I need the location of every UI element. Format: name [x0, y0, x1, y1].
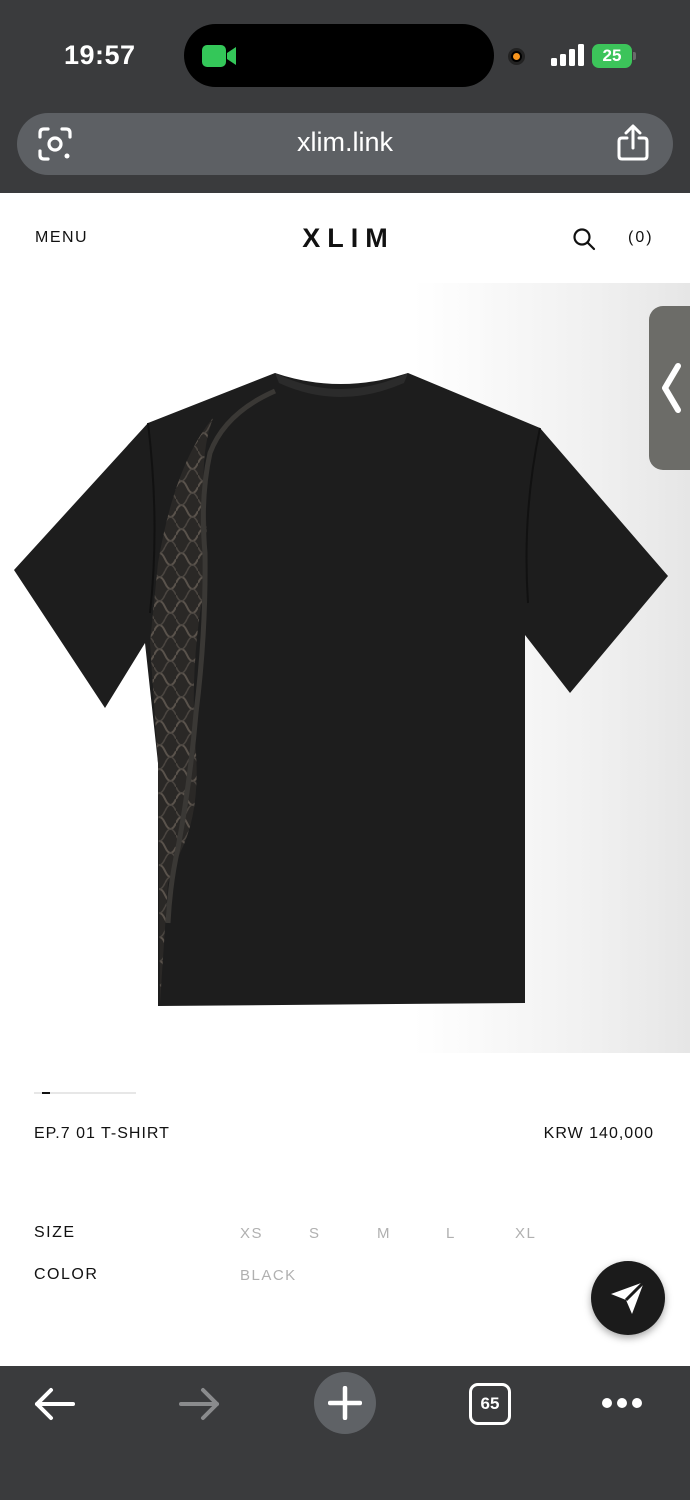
- cart-button[interactable]: (0): [628, 229, 654, 247]
- product-name: EP.7 01 T-SHIRT: [34, 1125, 170, 1142]
- color-label: COLOR: [34, 1266, 99, 1283]
- dynamic-island: [184, 24, 494, 87]
- url-text[interactable]: xlim.link: [17, 127, 673, 158]
- product-price: KRW 140,000: [543, 1125, 654, 1142]
- battery-charging-icon: 25: [592, 44, 636, 68]
- cellular-signal-icon: [551, 44, 584, 66]
- tab-count-button[interactable]: 65: [469, 1383, 511, 1425]
- send-button[interactable]: [591, 1261, 665, 1335]
- arrow-left-icon[interactable]: [33, 1386, 75, 1422]
- size-option-xs[interactable]: XS: [240, 1225, 263, 1242]
- new-tab-button[interactable]: [314, 1372, 376, 1434]
- more-dots-icon[interactable]: [601, 1397, 643, 1409]
- color-option-black[interactable]: BLACK: [240, 1267, 297, 1284]
- size-option-xl[interactable]: XL: [515, 1225, 536, 1242]
- gallery-progress-fill: [42, 1092, 50, 1094]
- plus-icon: [328, 1386, 362, 1420]
- chevron-left-icon: [662, 363, 681, 413]
- side-panel-tab[interactable]: [649, 306, 690, 470]
- address-bar[interactable]: xlim.link: [17, 113, 673, 175]
- share-icon[interactable]: [615, 124, 651, 162]
- send-icon: [611, 1280, 646, 1314]
- battery-level: 25: [592, 44, 632, 68]
- browser-toolbar: 65: [0, 1366, 690, 1500]
- size-option-s[interactable]: S: [309, 1225, 321, 1242]
- black-tshirt-image: [14, 373, 668, 1006]
- facetime-camera-icon: [202, 45, 236, 67]
- battery-tip: [633, 52, 636, 60]
- recording-dot-icon: [508, 48, 525, 65]
- product-image-area[interactable]: [0, 283, 690, 1053]
- status-time: 19:57: [64, 40, 136, 70]
- size-option-m[interactable]: M: [377, 1225, 391, 1242]
- search-icon[interactable]: [572, 227, 596, 251]
- arrow-right-icon[interactable]: [179, 1386, 221, 1422]
- site-header: MENU XLIM (0): [0, 193, 690, 283]
- size-option-l[interactable]: L: [446, 1225, 456, 1242]
- size-label: SIZE: [34, 1224, 76, 1241]
- browser-top-chrome: 19:57 25 xlim.link: [0, 0, 690, 193]
- gallery-progress-track: [34, 1092, 136, 1094]
